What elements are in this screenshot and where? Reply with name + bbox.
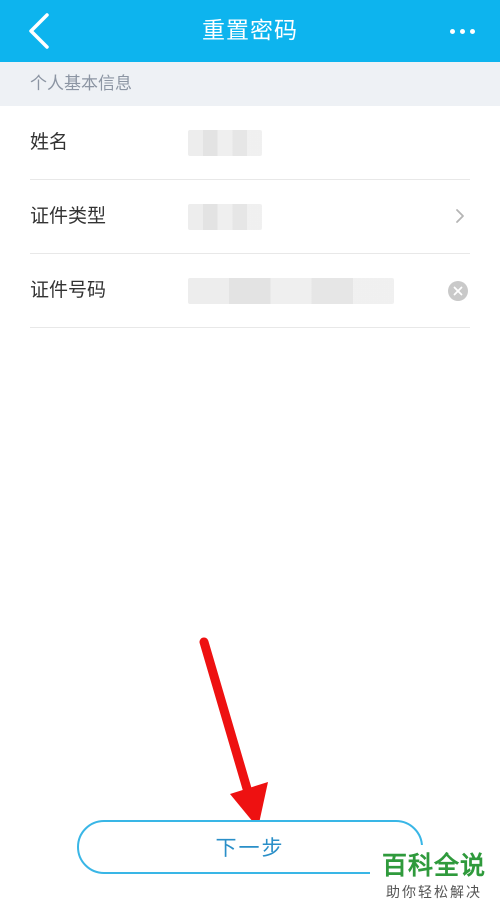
clear-button[interactable] (448, 281, 468, 301)
name-value-redacted[interactable] (188, 130, 262, 156)
more-button[interactable] (442, 14, 482, 48)
clear-icon (453, 286, 463, 296)
id-number-value-redacted[interactable] (188, 278, 394, 304)
watermark-main-text: 百科全说 (381, 851, 486, 880)
more-dot-icon (459, 28, 465, 34)
chevron-right-icon (456, 209, 464, 223)
more-dot-icon (449, 28, 455, 34)
id-type-row[interactable]: 证件类型 (30, 180, 470, 254)
id-number-row[interactable]: 证件号码 (30, 254, 470, 328)
app-header: 重置密码 (0, 0, 500, 62)
id-type-label: 证件类型 (30, 205, 107, 227)
id-number-label: 证件号码 (30, 279, 107, 301)
name-label: 姓名 (30, 131, 69, 153)
id-type-value-redacted (188, 204, 262, 230)
watermark-logo: 百科全说 助你轻松解决 (370, 845, 498, 911)
more-dot-icon (469, 28, 475, 34)
next-button-label: 下一步 (215, 836, 285, 860)
section-header: 个人基本信息 (0, 62, 500, 106)
section-title: 个人基本信息 (30, 74, 132, 94)
red-arrow-annotation (199, 637, 268, 828)
name-row[interactable]: 姓名 (30, 106, 470, 180)
page-title: 重置密码 (202, 18, 298, 44)
watermark-sub-text: 助你轻松解决 (386, 885, 482, 901)
